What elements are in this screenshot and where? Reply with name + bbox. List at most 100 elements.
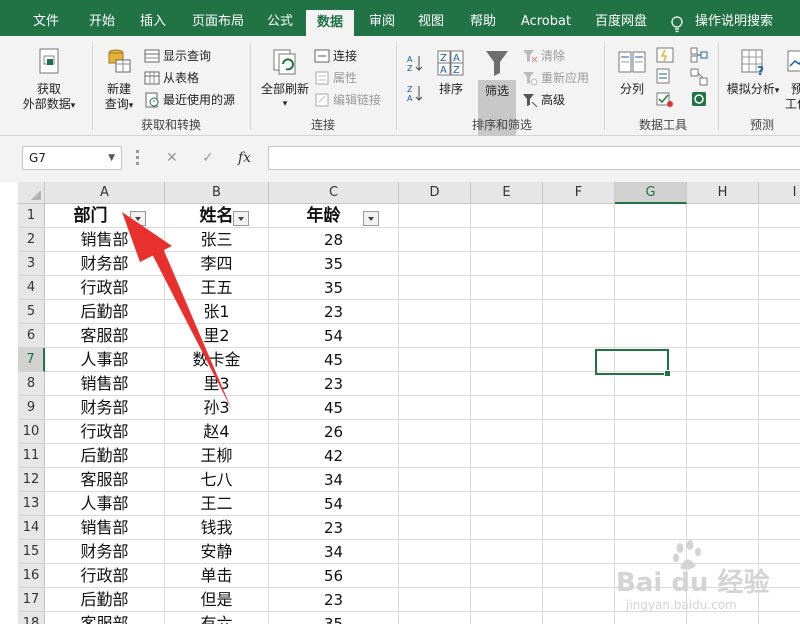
table-cell[interactable]: 35 — [269, 252, 399, 276]
tell-me-search[interactable]: 操作说明搜索 — [694, 8, 774, 36]
forecast-sheet-button[interactable]: 预 工作 — [782, 48, 800, 112]
table-cell[interactable]: 45 — [269, 396, 399, 420]
table-cell[interactable]: 28 — [269, 228, 399, 252]
relationships-icon[interactable] — [690, 68, 708, 86]
table-cell[interactable]: 但是 — [165, 588, 269, 612]
name-box-dropdown-icon[interactable]: ▼ — [108, 147, 115, 169]
table-cell[interactable]: 34 — [269, 468, 399, 492]
table-cell[interactable]: 35 — [269, 612, 399, 624]
table-cell[interactable]: 王柳 — [165, 444, 269, 468]
formula-input[interactable] — [268, 146, 800, 170]
table-cell[interactable]: 销售部 — [45, 228, 165, 252]
row-header[interactable]: 8 — [18, 372, 45, 396]
tab-file[interactable]: 文件 — [26, 8, 66, 36]
table-cell[interactable]: 财务部 — [45, 396, 165, 420]
table-cell[interactable]: 23 — [269, 516, 399, 540]
row-header[interactable]: 5 — [18, 300, 45, 324]
table-cell[interactable]: 张1 — [165, 300, 269, 324]
sort-button[interactable]: Z A A Z 排序 — [432, 50, 470, 97]
advanced-filter-button[interactable]: 高级 — [522, 90, 565, 110]
table-cell[interactable]: 单击 — [165, 564, 269, 588]
header-cell-department[interactable]: 部门 — [45, 204, 165, 228]
column-header-i[interactable]: I — [759, 182, 800, 204]
table-cell[interactable]: 23 — [269, 372, 399, 396]
row-header[interactable]: 1 — [18, 204, 45, 228]
table-cell[interactable]: 人事部 — [45, 492, 165, 516]
table-cell[interactable]: 人事部 — [45, 348, 165, 372]
column-header-c[interactable]: C — [269, 182, 399, 204]
table-cell[interactable]: 财务部 — [45, 252, 165, 276]
table-cell[interactable]: 销售部 — [45, 372, 165, 396]
table-cell[interactable]: 里2 — [165, 324, 269, 348]
tab-insert[interactable]: 插入 — [132, 8, 174, 36]
cancel-icon[interactable]: ✕ — [166, 146, 178, 170]
remove-duplicates-icon[interactable] — [656, 68, 674, 86]
row-header[interactable]: 17 — [18, 588, 45, 612]
table-cell[interactable]: 34 — [269, 540, 399, 564]
tab-review[interactable]: 审阅 — [362, 8, 402, 36]
table-cell[interactable]: 行政部 — [45, 564, 165, 588]
row-header[interactable]: 4 — [18, 276, 45, 300]
table-cell[interactable]: 42 — [269, 444, 399, 468]
table-cell[interactable]: 赵4 — [165, 420, 269, 444]
table-cell[interactable]: 56 — [269, 564, 399, 588]
table-cell[interactable]: 销售部 — [45, 516, 165, 540]
row-header[interactable]: 2 — [18, 228, 45, 252]
header-cell-name[interactable]: 姓名 — [165, 204, 269, 228]
column-header-b[interactable]: B — [165, 182, 269, 204]
data-validation-icon[interactable] — [656, 90, 674, 108]
column-header-h[interactable]: H — [687, 182, 759, 204]
table-cell[interactable]: 54 — [269, 324, 399, 348]
table-cell[interactable]: 七八 — [165, 468, 269, 492]
table-cell[interactable]: 王二 — [165, 492, 269, 516]
enter-check-icon[interactable]: ✓ — [202, 146, 214, 170]
data-model-icon[interactable] — [690, 90, 708, 108]
table-cell[interactable]: 有六 — [165, 612, 269, 624]
table-cell[interactable]: 里3 — [165, 372, 269, 396]
tab-data[interactable]: 数据 — [306, 10, 354, 36]
get-external-data-button[interactable]: 获取 外部数据▾ — [20, 46, 78, 114]
row-header[interactable]: 14 — [18, 516, 45, 540]
row-header[interactable]: 12 — [18, 468, 45, 492]
table-cell[interactable]: 财务部 — [45, 540, 165, 564]
row-header[interactable]: 18 — [18, 612, 45, 624]
row-header[interactable]: 15 — [18, 540, 45, 564]
table-cell[interactable]: 35 — [269, 276, 399, 300]
name-box[interactable]: G7 ▼ — [22, 146, 122, 170]
table-cell[interactable]: 后勤部 — [45, 588, 165, 612]
from-table-button[interactable]: 从表格 — [144, 68, 199, 88]
reapply-button[interactable]: 重新应用 — [522, 68, 589, 88]
text-to-columns-button[interactable]: 分列 — [612, 48, 652, 97]
row-header[interactable]: 3 — [18, 252, 45, 276]
table-cell[interactable]: 安静 — [165, 540, 269, 564]
column-header-f[interactable]: F — [543, 182, 615, 204]
tab-acrobat[interactable]: Acrobat — [516, 8, 576, 36]
column-header-d[interactable]: D — [399, 182, 471, 204]
new-query-button[interactable]: 新建 查询▾ — [96, 46, 142, 114]
tab-home[interactable]: 开始 — [80, 8, 124, 36]
table-cell[interactable]: 后勤部 — [45, 444, 165, 468]
table-cell[interactable]: 客服部 — [45, 612, 165, 624]
tab-baidu-netdisk[interactable]: 百度网盘 — [588, 8, 654, 36]
table-cell[interactable]: 张三 — [165, 228, 269, 252]
tab-formulas[interactable]: 公式 — [260, 8, 300, 36]
filter-dropdown-age[interactable] — [363, 211, 379, 226]
table-cell[interactable]: 客服部 — [45, 468, 165, 492]
row-header[interactable]: 7 — [18, 348, 45, 372]
table-cell[interactable]: 客服部 — [45, 324, 165, 348]
column-header-a[interactable]: A — [45, 182, 165, 204]
consolidate-icon[interactable] — [690, 46, 708, 64]
row-header[interactable]: 11 — [18, 444, 45, 468]
table-cell[interactable]: 23 — [269, 588, 399, 612]
edit-links-button[interactable]: 编辑链接 — [314, 90, 381, 110]
table-cell[interactable]: 26 — [269, 420, 399, 444]
flash-fill-icon[interactable] — [656, 46, 674, 64]
recent-sources-button[interactable]: 最近使用的源 — [144, 90, 235, 110]
table-cell[interactable]: 钱我 — [165, 516, 269, 540]
column-header-e[interactable]: E — [471, 182, 543, 204]
column-header-g[interactable]: G — [615, 182, 687, 204]
tab-page-layout[interactable]: 页面布局 — [184, 8, 252, 36]
table-cell[interactable]: 54 — [269, 492, 399, 516]
row-header[interactable]: 16 — [18, 564, 45, 588]
formula-bar-grip[interactable] — [136, 150, 139, 166]
